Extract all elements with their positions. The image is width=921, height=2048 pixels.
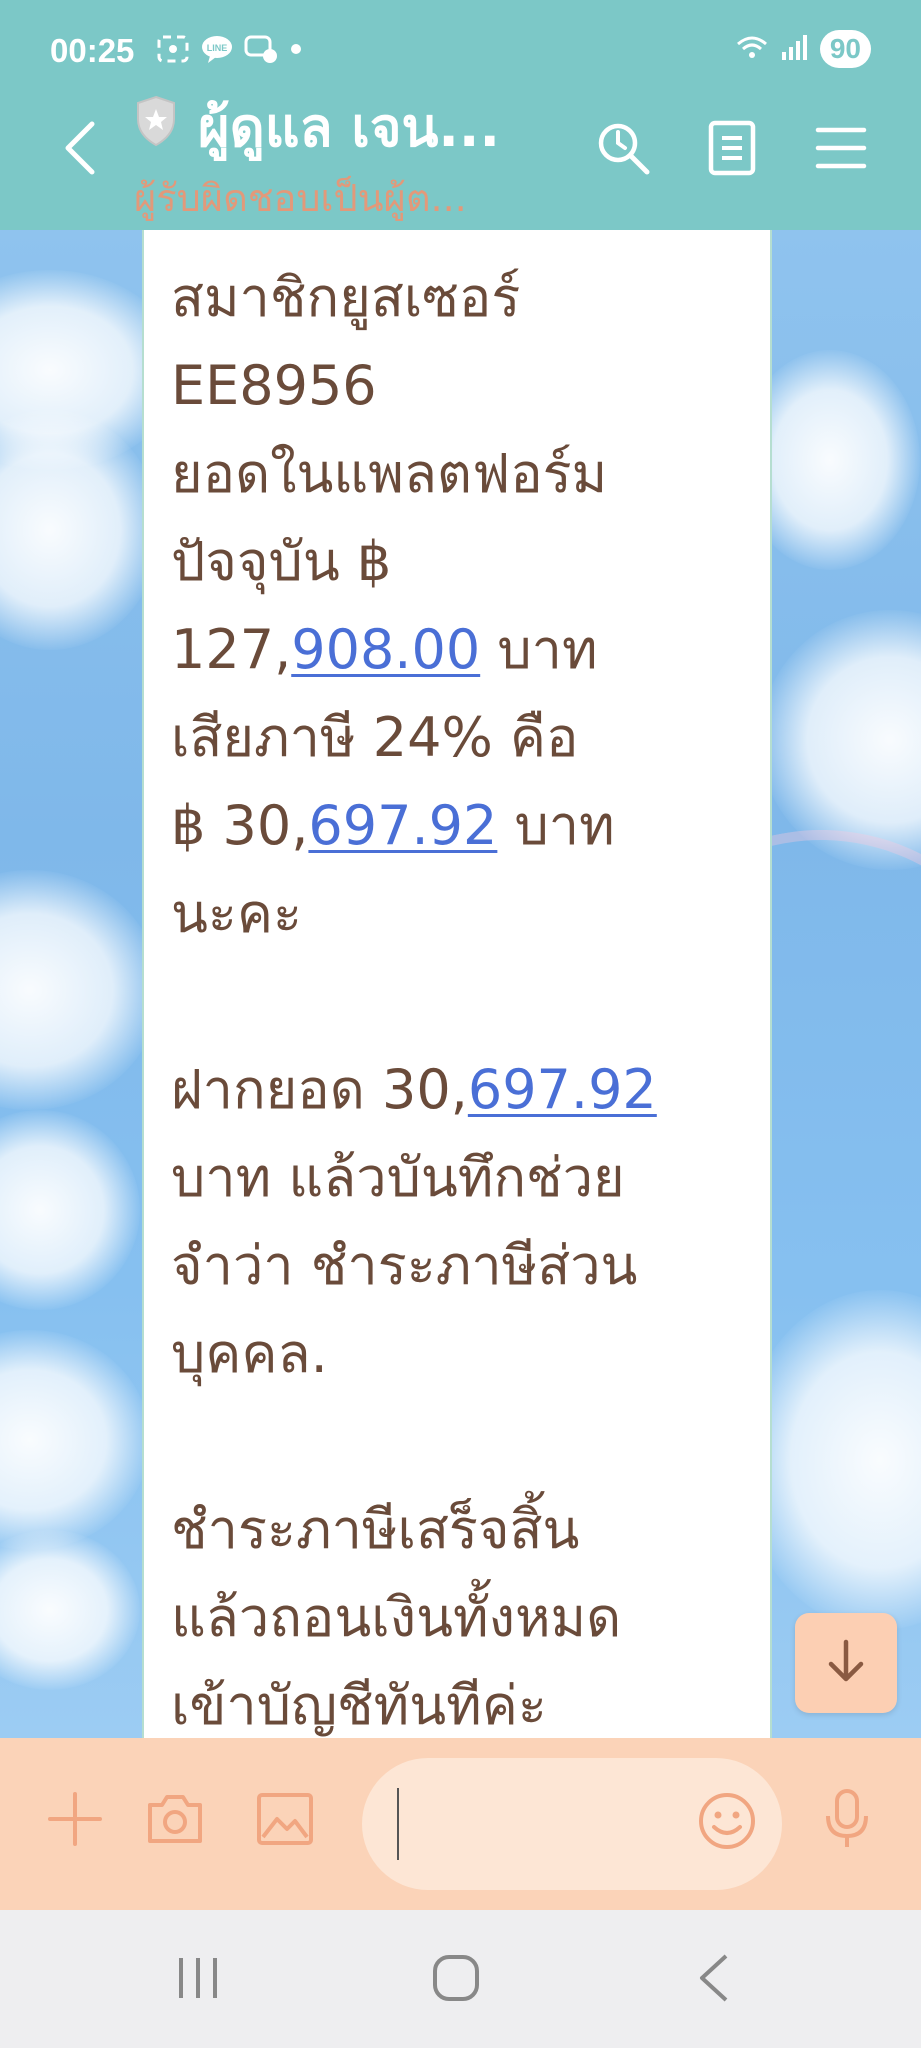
voice-button[interactable] [812,1786,882,1856]
screenshot-icon [156,34,190,68]
system-nav-bar [0,1910,921,2048]
search-icon [593,118,653,182]
input-bar [0,1738,921,1910]
status-bar: 00:25 LINE 90 [0,0,921,100]
message-line: นะคะ [171,870,756,958]
gallery-button[interactable] [250,1786,320,1856]
message-segment: จำว่า ชำระภาษีส่วน [171,1234,638,1297]
message-segment: แล้วถอนเงินทั้งหมด [171,1586,622,1649]
battery-indicator: 90 [819,30,871,68]
wifi-icon [734,32,770,66]
search-button[interactable] [588,115,658,185]
message-line: ปัจจุบัน ฿ [171,518,756,606]
chat-screen: 00:25 LINE 90 ผู้ดูแล เจน... ผู้รับผิดชอ… [0,0,921,2048]
text-caret [397,1788,399,1860]
message-input[interactable] [362,1758,782,1890]
message-line: แล้วถอนเงินทั้งหมด [171,1574,756,1662]
message-segment: นะคะ [171,882,303,945]
message-line: EE8956 [171,342,756,430]
message-line: เข้าบัญชีทันทีค่ะ [171,1662,756,1738]
status-time: 00:25 [50,32,135,69]
message-segment: บุคคล. [171,1322,328,1385]
emoji-icon [697,1791,757,1855]
dot-icon [288,34,304,68]
message-segment: ปัจจุบัน ฿ [171,530,392,593]
home-button[interactable] [416,1950,496,2010]
app-header: 00:25 LINE 90 ผู้ดูแล เจน... ผู้รับผิดชอ… [0,0,921,230]
microphone-icon [822,1788,872,1854]
message-line: ชำระภาษีเสร็จสิ้น [171,1486,756,1574]
recent-apps-icon [175,1954,221,2006]
system-back-button[interactable] [674,1950,754,2010]
notes-button[interactable] [697,115,767,185]
svg-text:LINE: LINE [207,43,228,53]
camera-icon [144,1791,206,1851]
message-line: บาท แล้วบันทึกช่วย [171,1134,756,1222]
message-segment: บาท [497,794,615,857]
message-line: จำว่า ชำระภาษีส่วน [171,1222,756,1310]
message-segment: EE8956 [171,354,377,417]
menu-icon [815,125,867,175]
message-segment: สมาชิกยูสเซอร์ [171,266,521,329]
emoji-button[interactable] [692,1788,762,1858]
message-segment: บาท [480,618,598,681]
message-segment: บาท แล้วบันทึกช่วย [171,1146,625,1209]
amount-link[interactable]: 697.92 [468,1058,657,1121]
message-segment: เสียภาษี 24% คือ [171,706,579,769]
amount-link[interactable]: 697.92 [308,794,497,857]
image-icon [255,1791,315,1851]
home-icon [431,1953,481,2007]
back-triangle-icon [696,1952,732,2008]
message-segment: 127, [171,618,292,681]
signal-icon [780,32,810,66]
back-button[interactable] [50,120,110,180]
recent-apps-button[interactable] [158,1950,238,2010]
scroll-down-button[interactable] [795,1613,897,1713]
notes-icon [707,120,757,180]
message-line: 127,908.00 บาท [171,606,756,694]
message-line: ฝากยอด 30,697.92 [171,1046,756,1134]
chat-title[interactable]: ผู้ดูแล เจน... [198,95,500,161]
plus-icon [46,1790,104,1852]
message-segment: ฝากยอด 30, [171,1058,468,1121]
chat-notification-icon [244,34,278,68]
message-segment: เข้าบัญชีทันทีค่ะ [171,1674,547,1737]
add-button[interactable] [40,1786,110,1856]
amount-link[interactable]: 908.00 [291,618,480,681]
camera-button[interactable] [140,1786,210,1856]
message-bubble[interactable]: สมาชิกยูสเซอร์ EE8956 ยอดในแพลตฟอร์มปัจจุ… [142,230,772,1738]
message-segment: ยอดในแพลตฟอร์ม [171,442,608,505]
message-line: เสียภาษี 24% คือ [171,694,756,782]
arrow-down-icon [821,1636,871,1690]
chat-subtitle: ผู้รับผิดชอบเป็นผู้ต... [134,176,467,220]
message-segment: ชำระภาษีเสร็จสิ้น [171,1498,580,1561]
message-line: สมาชิกยูสเซอร์ [171,254,756,342]
line-notification-icon: LINE [200,34,234,68]
message-line: ยอดในแพลตฟอร์ม [171,430,756,518]
chevron-left-icon [60,118,100,182]
menu-button[interactable] [806,115,876,185]
message-segment: ฿ 30, [171,794,309,857]
message-line: ฿ 30,697.92 บาท [171,782,756,870]
message-line: บุคคล. [171,1310,756,1398]
message-text: สมาชิกยูสเซอร์ EE8956 ยอดในแพลตฟอร์มปัจจุ… [171,254,756,1738]
shield-icon [134,95,178,151]
